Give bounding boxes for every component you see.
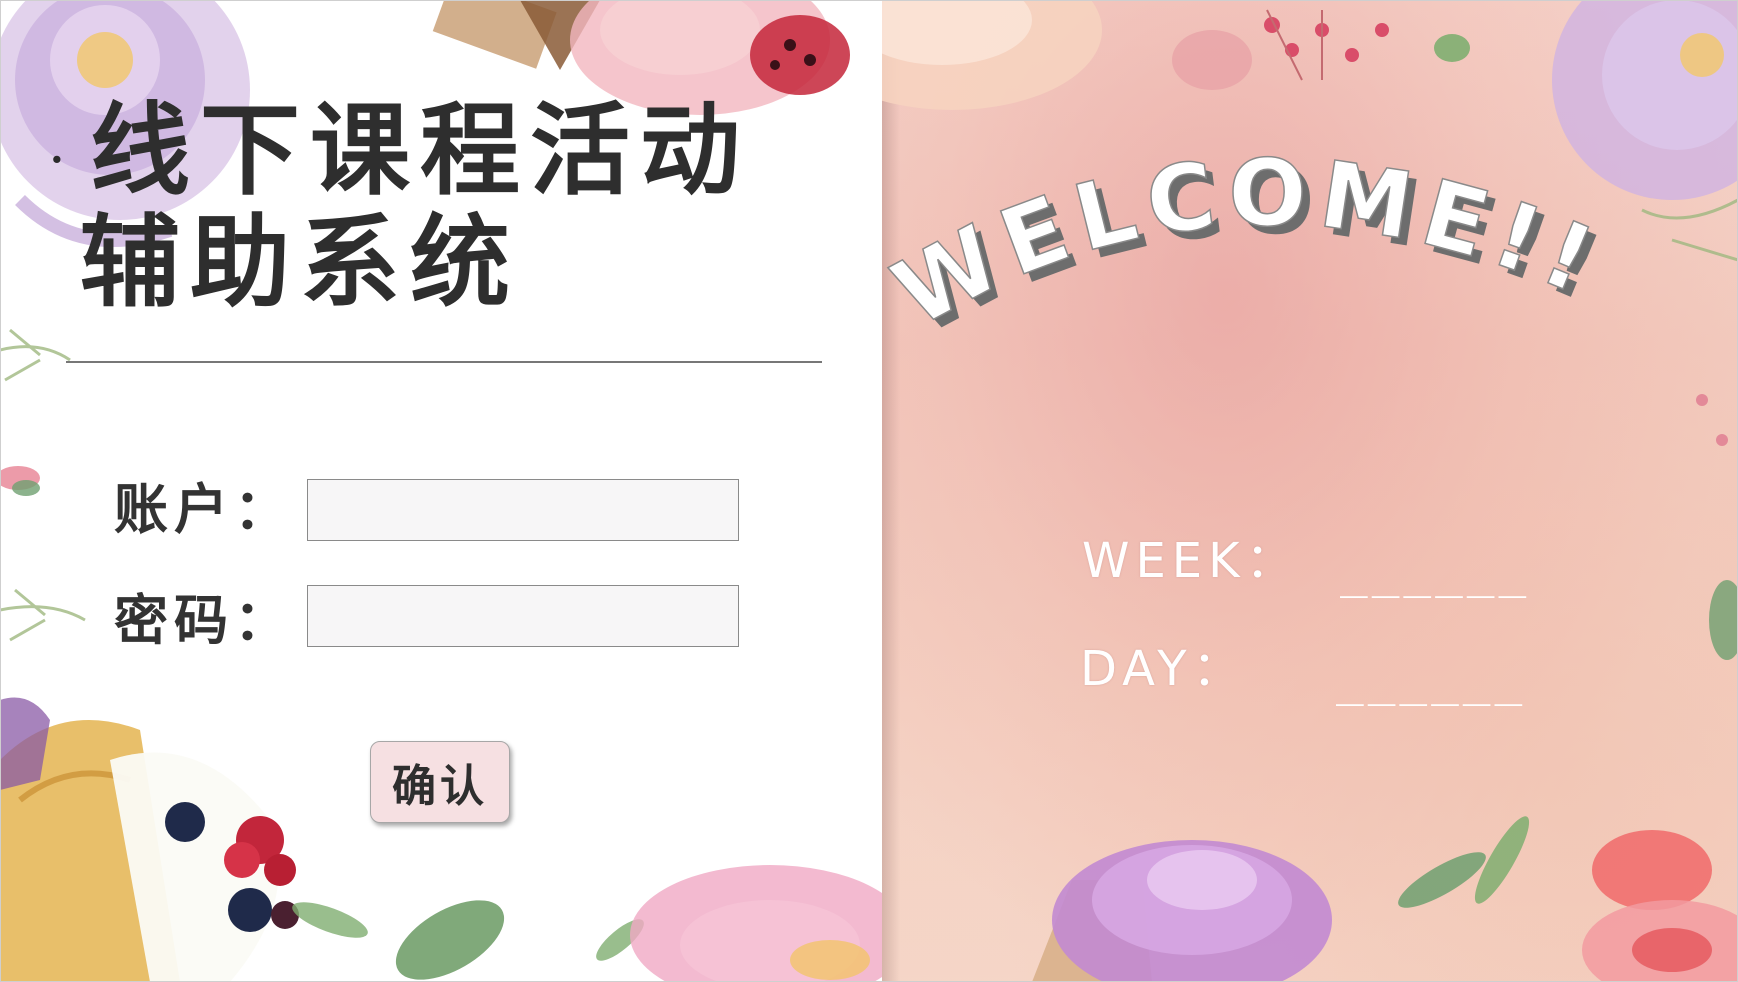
bottom-right-floral-icon <box>1398 816 1738 982</box>
title-bullet: · <box>48 128 66 193</box>
day-value: ______ <box>1336 652 1527 706</box>
login-panel: · 线下课程活动 辅助系统 账户： 密码： 确认 <box>0 0 882 982</box>
app-title-line-1: 线下课程活动 <box>90 91 750 209</box>
bottom-leaves-icon <box>292 900 644 980</box>
top-peach-rose-icon <box>882 0 1102 110</box>
password-label: 密码： <box>114 588 294 652</box>
account-input[interactable] <box>307 479 739 541</box>
berries-icon <box>165 802 299 932</box>
bottom-cupcake-purple-icon <box>1032 840 1332 982</box>
top-cupcake-icon <box>432 0 600 70</box>
left-sprig-icon <box>0 328 86 642</box>
week-value: ______ <box>1340 544 1531 598</box>
title-divider <box>66 361 822 363</box>
left-bud-icon <box>0 466 40 496</box>
panel-shadow <box>882 0 900 982</box>
bottom-cupcake-icon <box>0 697 279 982</box>
welcome-panel <box>882 0 1738 982</box>
app-title-line-2: 辅助系统 <box>80 203 520 321</box>
top-berries-icon <box>1172 9 1470 90</box>
top-right-rose-icon <box>1552 0 1738 200</box>
bottom-peony-icon <box>630 865 882 982</box>
right-edge-sprig-icon <box>1641 198 1738 660</box>
right-floral-decoration <box>882 0 1738 982</box>
day-label: DAY： <box>1080 641 1247 697</box>
week-label: WEEK： <box>1082 533 1300 589</box>
confirm-button[interactable]: 确认 <box>370 741 510 823</box>
account-label: 账户： <box>114 477 294 541</box>
password-input[interactable] <box>307 585 739 647</box>
login-screen: · 线下课程活动 辅助系统 账户： 密码： 确认 WELCOME!! WELCO… <box>0 0 1738 982</box>
